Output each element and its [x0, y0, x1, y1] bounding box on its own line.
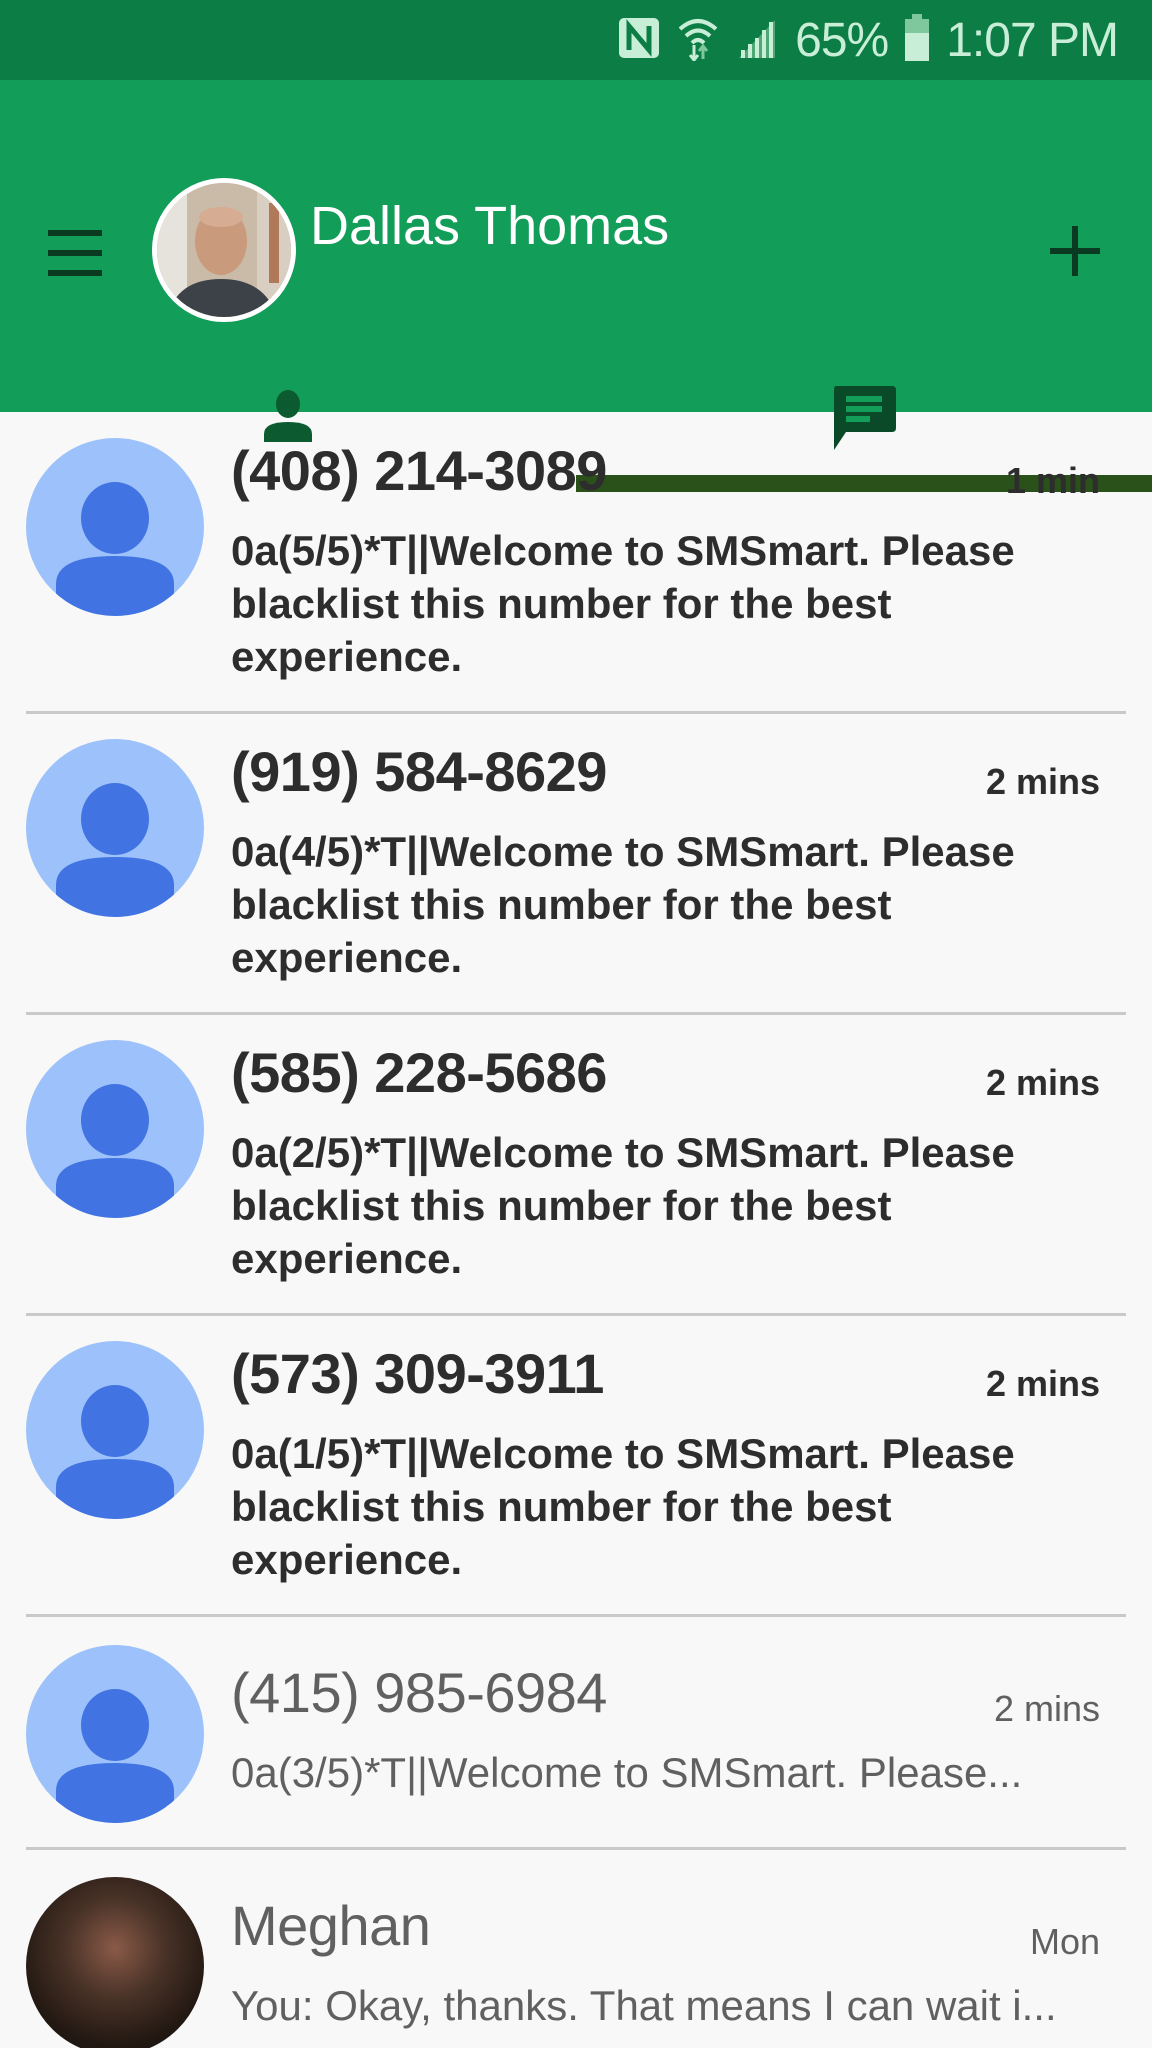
conversation-preview: 0a(2/5)*T||Welcome to SMSmart. Please bl…	[231, 1129, 1015, 1282]
contact-avatar	[26, 1040, 204, 1218]
conversation-name: Meghan	[231, 1894, 431, 1957]
default-person-icon	[56, 783, 174, 917]
battery-percent: 65%	[795, 13, 889, 67]
conversation-time: 1 min	[1005, 460, 1100, 501]
contact-avatar	[26, 438, 204, 616]
default-person-icon	[56, 1689, 174, 1823]
clock: 1:07 PM	[946, 13, 1119, 67]
plus-icon[interactable]	[1045, 222, 1105, 282]
conversation-preview: 0a(5/5)*T||Welcome to SMSmart. Please bl…	[231, 527, 1015, 680]
default-person-icon	[56, 1084, 174, 1218]
conversation-item[interactable]: Meghan Mon You: Okay, thanks. That means…	[0, 1849, 1152, 2048]
conversation-preview: You: Okay, thanks. That means I can wait…	[231, 1982, 1057, 2029]
conversation-item[interactable]: (585) 228-5686 2 mins 0a(2/5)*T||Welcome…	[0, 1014, 1152, 1316]
conversation-time: 2 mins	[985, 1363, 1100, 1404]
conversation-time: 2 mins	[985, 761, 1100, 802]
default-person-icon	[56, 482, 174, 616]
contact-avatar	[26, 739, 204, 917]
contact-avatar	[26, 1877, 204, 2048]
wifi-icon	[677, 15, 719, 66]
default-person-icon	[56, 1385, 174, 1519]
conversation-time: 2 mins	[993, 1688, 1100, 1729]
conversation-preview: 0a(3/5)*T||Welcome to SMSmart. Please...	[231, 1749, 1023, 1796]
conversation-name: (919) 584-8629	[231, 740, 607, 803]
conversation-item[interactable]: (919) 584-8629 2 mins 0a(4/5)*T||Welcome…	[0, 713, 1152, 1015]
battery-icon	[904, 13, 930, 67]
conversation-preview: 0a(1/5)*T||Welcome to SMSmart. Please bl…	[231, 1430, 1015, 1583]
conversation-name: (408) 214-3089	[231, 439, 607, 502]
conversation-name: (585) 228-5686	[231, 1041, 607, 1104]
contact-avatar	[26, 1341, 204, 1519]
profile-avatar[interactable]	[152, 178, 296, 322]
conversation-name: (573) 309-3911	[231, 1342, 604, 1405]
conversation-name: (415) 985-6984	[231, 1661, 607, 1724]
hamburger-menu-icon[interactable]	[44, 228, 110, 278]
conversation-list: (408) 214-3089 1 min 0a(5/5)*T||Welcome …	[0, 412, 1152, 2048]
conversation-time: 2 mins	[985, 1062, 1100, 1103]
profile-name: Dallas Thomas	[310, 196, 670, 256]
conversation-preview: 0a(4/5)*T||Welcome to SMSmart. Please bl…	[231, 828, 1015, 981]
conversation-item[interactable]: (408) 214-3089 1 min 0a(5/5)*T||Welcome …	[0, 412, 1152, 714]
conversation-time: Mon	[1029, 1921, 1100, 1962]
nfc-icon	[617, 16, 661, 65]
app-header: Dallas Thomas	[0, 80, 1152, 492]
contact-avatar	[26, 1645, 204, 1823]
status-bar: 65% 1:07 PM	[0, 0, 1152, 80]
conversation-item[interactable]: (573) 309-3911 2 mins 0a(1/5)*T||Welcome…	[0, 1315, 1152, 1617]
conversation-item[interactable]: (415) 985-6984 2 mins 0a(3/5)*T||Welcome…	[0, 1616, 1152, 1850]
cell-signal-icon	[735, 16, 779, 65]
